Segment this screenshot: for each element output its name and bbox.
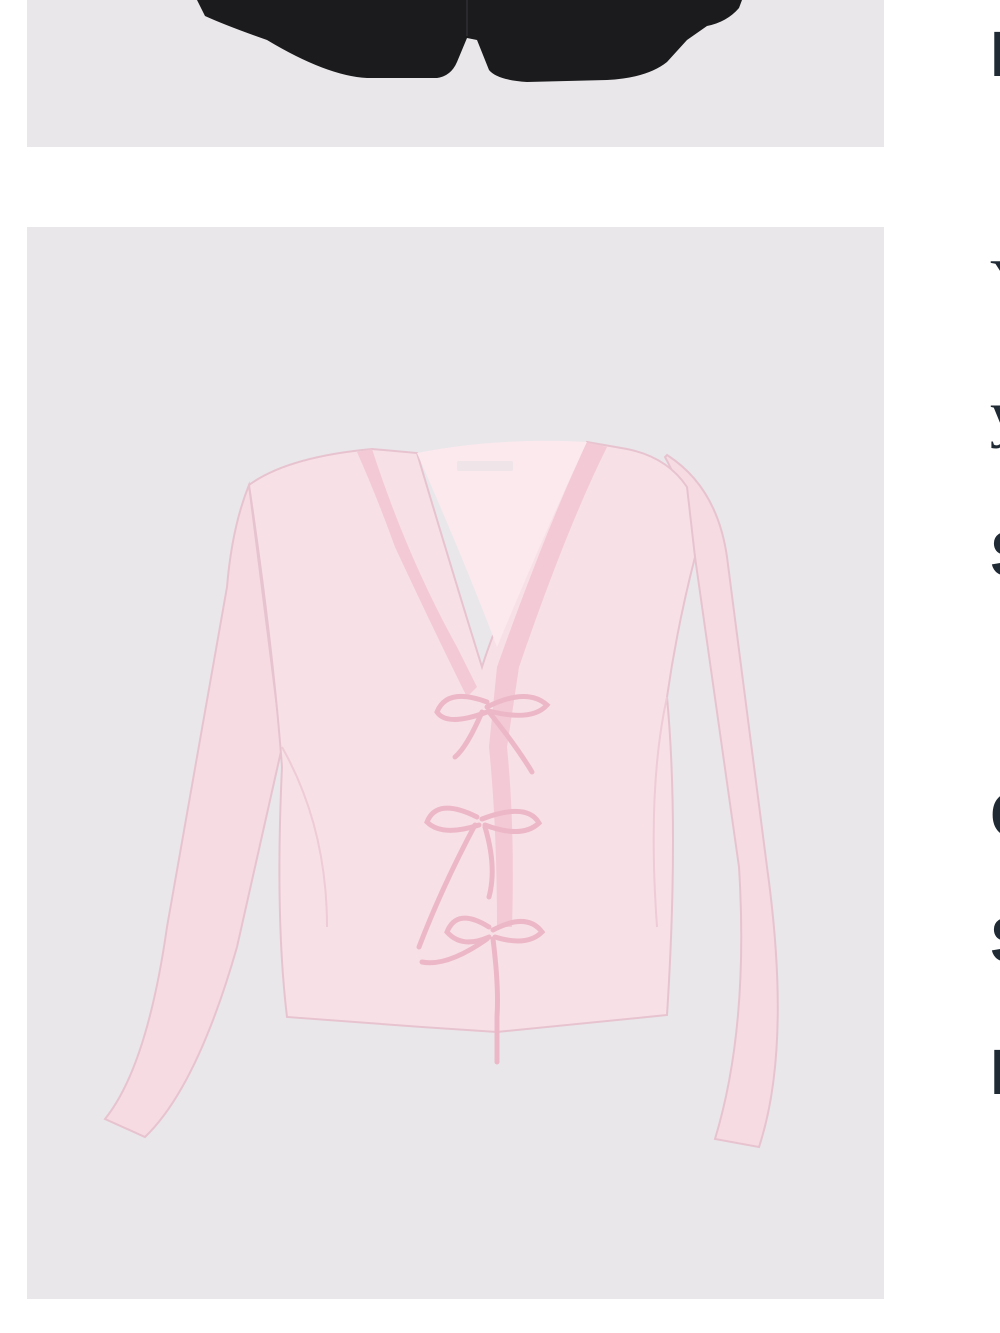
side-text-2: Y xyxy=(990,250,1000,314)
side-text-1: I xyxy=(990,18,1000,90)
product-list: I Y y S C S I xyxy=(0,0,1000,1333)
pink-top-image[interactable] xyxy=(27,227,884,1299)
side-text-4: S xyxy=(990,522,1000,586)
side-text-6: S xyxy=(990,908,1000,972)
product-card-pink-top[interactable] xyxy=(27,227,884,1299)
product-card-black-shorts[interactable] xyxy=(27,0,884,147)
side-text-5: C xyxy=(990,783,1000,847)
side-text-7: I xyxy=(990,1036,1000,1108)
black-shorts-image[interactable] xyxy=(27,0,884,147)
side-text-3: y xyxy=(990,382,1000,446)
